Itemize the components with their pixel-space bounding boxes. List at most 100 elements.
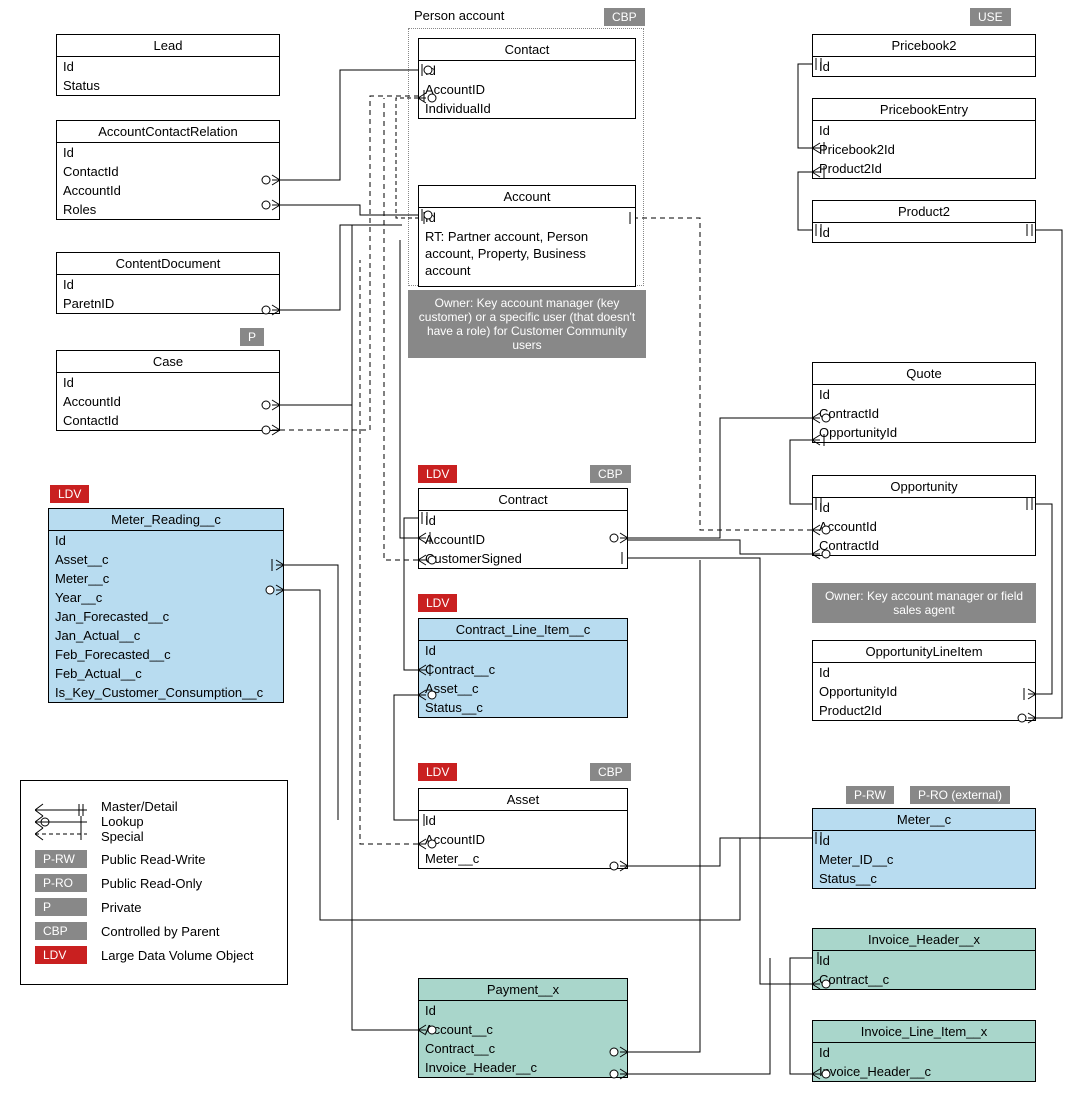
- entity-title: Contract: [419, 489, 627, 511]
- entity-field: Feb_Actual__c: [49, 664, 283, 683]
- entity-lead: Lead Id Status: [56, 34, 280, 96]
- entity-field: Id: [419, 511, 627, 530]
- entity-account: Account Id RT: Partner account, Person a…: [418, 185, 636, 287]
- entity-field: Id: [419, 811, 627, 830]
- badge-ldv-contract: LDV: [418, 465, 457, 483]
- entity-field: Account__c: [419, 1020, 627, 1039]
- badge-pro-ext-meter: P-RO (external): [910, 786, 1010, 804]
- entity-title: Payment__x: [419, 979, 627, 1001]
- entity-meter: Meter__c Id Meter_ID__c Status__c: [812, 808, 1036, 889]
- entity-field: Meter__c: [49, 569, 283, 588]
- entity-field: AccountID: [419, 80, 635, 99]
- entity-field: Is_Key_Customer_Consumption__c: [49, 683, 283, 702]
- entity-pricebook2: Pricebook2 Id: [812, 34, 1036, 77]
- entity-field: Pricebook2Id: [813, 140, 1035, 159]
- badge-cbp-contact: CBP: [604, 8, 645, 26]
- entity-contact: Contact Id AccountID IndividualId: [418, 38, 636, 119]
- entity-title: Meter__c: [813, 809, 1035, 831]
- relation-glyphs-icon: [35, 802, 87, 842]
- entity-field: Id: [57, 143, 279, 162]
- entity-field: AccountID: [419, 830, 627, 849]
- entity-field: Jan_Forecasted__c: [49, 607, 283, 626]
- entity-field: Feb_Forecasted__c: [49, 645, 283, 664]
- entity-field: Invoice_Header__c: [419, 1058, 627, 1077]
- entity-title: Invoice_Line_Item__x: [813, 1021, 1035, 1043]
- entity-product2: Product2 Id: [812, 200, 1036, 243]
- entity-field: RT: Partner account, Person account, Pro…: [419, 227, 635, 286]
- entity-opportunity: Opportunity Id AccountId ContractId: [812, 475, 1036, 556]
- entity-quote: Quote Id ContractId OpportunityId: [812, 362, 1036, 443]
- badge-use: USE: [970, 8, 1011, 26]
- entity-ili: Invoice_Line_Item__x Id Invoice_Header__…: [812, 1020, 1036, 1082]
- entity-field: Id: [57, 57, 279, 76]
- entity-field: Asset__c: [419, 679, 627, 698]
- entity-field: ContactId: [57, 411, 279, 430]
- badge-cbp: CBP: [35, 922, 87, 940]
- legend-relation-labels: Master/Detail Lookup Special: [101, 799, 178, 844]
- person-account-label: Person account: [414, 8, 504, 23]
- entity-field: Contract__c: [813, 970, 1035, 989]
- entity-field: Product2Id: [813, 159, 1035, 178]
- entity-title: Account: [419, 186, 635, 208]
- entity-field: AccountID: [419, 530, 627, 549]
- entity-field: Status: [57, 76, 279, 95]
- entity-acr: AccountContactRelation Id ContactId Acco…: [56, 120, 280, 220]
- entity-field: Id: [813, 385, 1035, 404]
- entity-oli: OpportunityLineItem Id OpportunityId Pro…: [812, 640, 1036, 721]
- entity-pbe: PricebookEntry Id Pricebook2Id Product2I…: [812, 98, 1036, 179]
- entity-field: Meter_ID__c: [813, 850, 1035, 869]
- badge-p-case: P: [240, 328, 264, 346]
- entity-title: Contact: [419, 39, 635, 61]
- entity-asset: Asset Id AccountID Meter__c: [418, 788, 628, 869]
- badge-cbp-contract: CBP: [590, 465, 631, 483]
- entity-field: Meter__c: [419, 849, 627, 868]
- entity-case: Case Id AccountId ContactId: [56, 350, 280, 431]
- badge-pro: P-RO: [35, 874, 87, 892]
- entity-field: Id: [813, 663, 1035, 682]
- badge-ldv-cli: LDV: [418, 594, 457, 612]
- entity-field: CustomerSigned: [419, 549, 627, 568]
- entity-title: Asset: [419, 789, 627, 811]
- entity-field: OpportunityId: [813, 682, 1035, 701]
- entity-cli: Contract_Line_Item__c Id Contract__c Ass…: [418, 618, 628, 718]
- badge-p: P: [35, 898, 87, 916]
- entity-title: Quote: [813, 363, 1035, 385]
- entity-title: Lead: [57, 35, 279, 57]
- entity-contract: Contract Id AccountID CustomerSigned: [418, 488, 628, 569]
- entity-field: Id: [813, 121, 1035, 140]
- entity-field: Id: [813, 1043, 1035, 1062]
- entity-field: IndividualId: [419, 99, 635, 118]
- entity-field: Id: [813, 223, 1035, 242]
- entity-title: Opportunity: [813, 476, 1035, 498]
- entity-field: Id: [419, 61, 635, 80]
- entity-title: Invoice_Header__x: [813, 929, 1035, 951]
- entity-field: ParetnID: [57, 294, 279, 313]
- entity-field: Contract__c: [419, 1039, 627, 1058]
- entity-title: ContentDocument: [57, 253, 279, 275]
- badge-ldv-meter-reading: LDV: [50, 485, 89, 503]
- entity-field: Id: [419, 641, 627, 660]
- badge-ldv: LDV: [35, 946, 87, 964]
- entity-meter-reading: Meter_Reading__c Id Asset__c Meter__c Ye…: [48, 508, 284, 703]
- entity-title: AccountContactRelation: [57, 121, 279, 143]
- entity-contentdocument: ContentDocument Id ParetnID: [56, 252, 280, 314]
- entity-title: Meter_Reading__c: [49, 509, 283, 531]
- entity-field: Year__c: [49, 588, 283, 607]
- entity-field: AccountId: [813, 517, 1035, 536]
- note-opp-owner: Owner: Key account manager or field sale…: [812, 583, 1036, 623]
- badge-prw-meter: P-RW: [846, 786, 894, 804]
- entity-field: Id: [813, 951, 1035, 970]
- entity-title: OpportunityLineItem: [813, 641, 1035, 663]
- entity-field: Id: [419, 208, 635, 227]
- entity-field: Status__c: [813, 869, 1035, 888]
- entity-field: Id: [419, 1001, 627, 1020]
- entity-field: Id: [49, 531, 283, 550]
- entity-title: PricebookEntry: [813, 99, 1035, 121]
- entity-field: Roles: [57, 200, 279, 219]
- entity-field: Id: [813, 498, 1035, 517]
- entity-field: Id: [57, 275, 279, 294]
- entity-field: ContractId: [813, 404, 1035, 423]
- entity-field: Status__c: [419, 698, 627, 717]
- entity-field: Id: [813, 831, 1035, 850]
- entity-field: AccountId: [57, 392, 279, 411]
